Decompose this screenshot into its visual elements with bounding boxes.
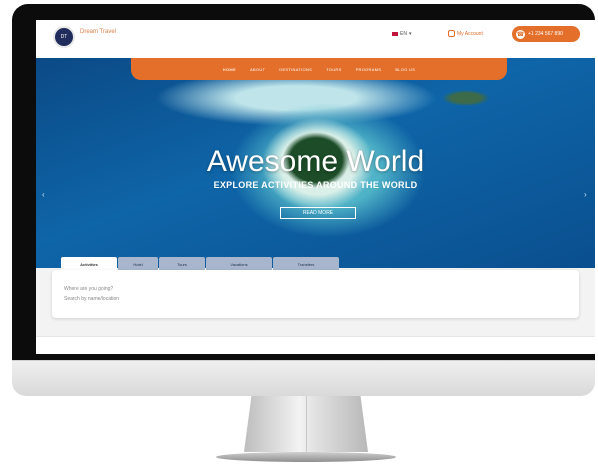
destination-input[interactable]: Where are you going? bbox=[64, 286, 113, 292]
phone-button[interactable]: ☎ +1 234 567 890 bbox=[512, 26, 580, 42]
tab-activities[interactable]: Activities bbox=[61, 257, 117, 271]
account-link[interactable]: My Account bbox=[448, 30, 483, 37]
site-header: DT Dream Travel EN ▾ My Account ☎ +1 234… bbox=[36, 20, 595, 58]
nav-item-programs[interactable]: PROGRAMS bbox=[356, 67, 382, 72]
user-icon bbox=[448, 30, 455, 37]
nav-item-destinations[interactable]: DESTINATIONS bbox=[279, 67, 312, 72]
logo-icon[interactable]: DT bbox=[53, 26, 75, 48]
tab-transfers[interactable]: Transfers bbox=[273, 257, 339, 271]
tab-vacations[interactable]: Vacations bbox=[206, 257, 272, 271]
chevron-left-icon[interactable]: ‹ bbox=[42, 190, 45, 199]
website-screen: DT Dream Travel EN ▾ My Account ☎ +1 234… bbox=[36, 20, 595, 354]
hero-subtitle: EXPLORE ACTIVITIES AROUND THE WORLD bbox=[213, 180, 418, 190]
account-label: My Account bbox=[457, 30, 483, 37]
main-nav: HOME ABOUT DESTINATIONS TOURS PROGRAMS B… bbox=[131, 58, 507, 80]
search-tabs: Activities Hotel Tours Vacations Transfe… bbox=[61, 257, 340, 271]
monitor-chin bbox=[12, 360, 595, 396]
phone-number: +1 234 567 890 bbox=[528, 31, 563, 37]
language-label: EN bbox=[400, 31, 407, 37]
monitor-base bbox=[216, 452, 396, 462]
content-strip bbox=[36, 336, 595, 354]
location-input[interactable]: Search by name/location bbox=[64, 296, 119, 302]
nav-item-about[interactable]: ABOUT bbox=[250, 67, 265, 72]
tab-hotel[interactable]: Hotel bbox=[118, 257, 158, 271]
hero-title: Awesome World bbox=[206, 145, 425, 178]
chevron-down-icon: ▾ bbox=[408, 31, 412, 37]
logo-text[interactable]: Dream Travel bbox=[80, 29, 150, 36]
read-more-button[interactable]: READ MORE bbox=[280, 207, 356, 219]
phone-icon: ☎ bbox=[516, 29, 525, 39]
monitor: DT Dream Travel EN ▾ My Account ☎ +1 234… bbox=[12, 4, 595, 396]
nav-item-home[interactable]: HOME bbox=[223, 67, 236, 72]
search-panel: Where are you going? Search by name/loca… bbox=[52, 270, 579, 318]
language-selector[interactable]: EN ▾ bbox=[392, 31, 411, 37]
tab-tours[interactable]: Tours bbox=[159, 257, 205, 271]
nav-item-tours[interactable]: TOURS bbox=[326, 67, 341, 72]
flag-icon bbox=[392, 32, 398, 36]
stand-seam bbox=[306, 396, 307, 452]
chevron-right-icon[interactable]: › bbox=[584, 190, 587, 199]
nav-item-blog[interactable]: BLOG US bbox=[395, 67, 415, 72]
